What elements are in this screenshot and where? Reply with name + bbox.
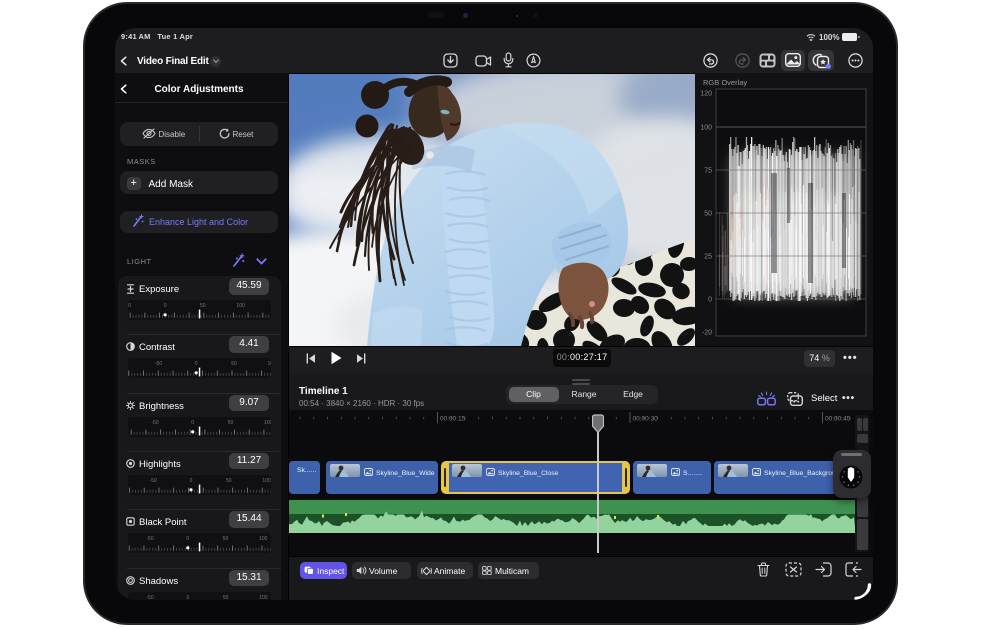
svg-text:-20: -20 — [702, 330, 712, 337]
svg-text:00:00:30: 00:00:30 — [633, 416, 659, 423]
svg-text:100: 100 — [267, 361, 270, 367]
svg-text:0: 0 — [163, 303, 166, 309]
svg-text:50: 50 — [222, 595, 228, 601]
svg-text:50: 50 — [227, 420, 233, 426]
svg-text:100: 100 — [264, 420, 271, 426]
svg-text:0: 0 — [708, 297, 712, 304]
svg-text:120: 120 — [700, 91, 712, 98]
svg-text:00:00:45: 00:00:45 — [825, 416, 851, 423]
svg-text:50: 50 — [222, 536, 228, 542]
svg-text:75: 75 — [704, 168, 712, 175]
svg-text:50: 50 — [226, 478, 232, 484]
svg-text:100: 100 — [236, 303, 245, 309]
svg-text:50: 50 — [231, 361, 237, 367]
svg-text:-50: -50 — [128, 303, 131, 309]
svg-text:100: 100 — [262, 478, 271, 484]
svg-text:100: 100 — [259, 536, 268, 542]
svg-text:-50: -50 — [154, 361, 161, 367]
svg-text:-50: -50 — [146, 595, 153, 601]
svg-text:0: 0 — [194, 361, 197, 367]
svg-text:0: 0 — [191, 420, 194, 426]
svg-text:100: 100 — [700, 125, 712, 132]
svg-text:0: 0 — [189, 478, 192, 484]
svg-text:50: 50 — [704, 211, 712, 218]
svg-text:100: 100 — [259, 595, 268, 601]
svg-text:0: 0 — [186, 536, 189, 542]
svg-text:-50: -50 — [149, 478, 156, 484]
svg-text:50: 50 — [200, 303, 206, 309]
svg-text:-50: -50 — [151, 420, 158, 426]
svg-text:25: 25 — [704, 254, 712, 261]
svg-text:RGB Overlay: RGB Overlay — [703, 78, 747, 87]
svg-text:0: 0 — [186, 595, 189, 601]
svg-text:00:00:15: 00:00:15 — [440, 416, 466, 423]
svg-text:-50: -50 — [146, 536, 153, 542]
